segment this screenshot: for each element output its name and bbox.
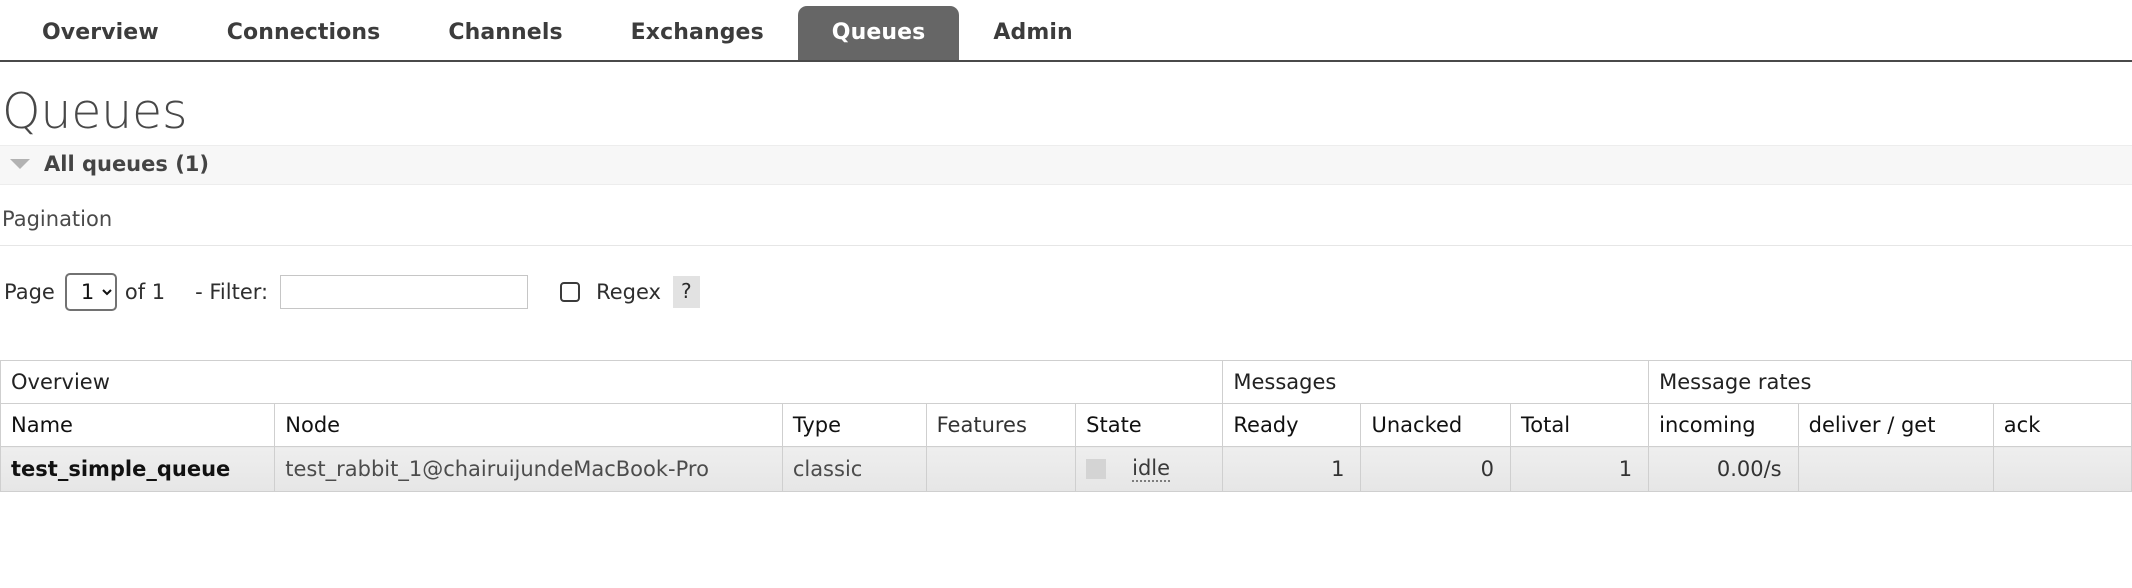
pagination-title: Pagination [0,207,2132,247]
cell-features [925,446,1077,493]
state-label[interactable]: idle [1132,456,1171,483]
column-header-ready[interactable]: Ready [1222,403,1362,448]
page-select[interactable]: 1 [64,273,117,312]
pagination-controls: Page 1 of 1 - Filter: Regex ? [0,246,2132,316]
cell-ack [1992,446,2132,493]
pagination-section: Pagination Page 1 of 1 - Filter: Regex ? [0,207,2132,316]
page-label: Page [4,280,55,305]
nav-tab-exchanges[interactable]: Exchanges [597,6,798,60]
page-title: Queues [2,83,188,140]
column-header-deliver-get[interactable]: deliver / get [1797,403,1994,448]
cell-state: idle [1075,446,1224,493]
column-header-total[interactable]: Total [1509,403,1650,448]
cell-queue-name[interactable]: test_simple_queue [0,446,276,493]
triangle-down-icon [10,159,30,170]
queues-table-container: Overview Messages Message rates Name Nod… [0,360,2132,493]
cell-deliver-get [1797,446,1994,493]
column-header-state[interactable]: State [1075,403,1224,448]
main-navigation: Overview Connections Channels Exchanges … [0,0,2132,62]
column-header-incoming[interactable]: incoming [1648,403,1799,448]
regex-label: Regex [596,280,661,305]
page-total-label: of 1 [124,280,166,305]
regex-help-button[interactable]: ? [672,276,700,309]
regex-checkbox[interactable] [560,282,581,303]
cell-ready: 1 [1222,446,1362,493]
nav-tab-queues[interactable]: Queues [797,6,960,60]
nav-tab-channels[interactable]: Channels [414,6,596,60]
group-header-message-rates: Message rates [1648,360,2132,405]
column-header-type[interactable]: Type [781,403,927,448]
filter-input[interactable] [280,275,529,310]
table-column-header-row: Name Node Type Features State Ready Unac… [0,403,2132,448]
all-queues-label: All queues (1) [44,152,209,177]
nav-tab-admin[interactable]: Admin [959,6,1106,60]
nav-tab-connections[interactable]: Connections [193,6,415,60]
nav-tab-overview[interactable]: Overview [8,6,193,60]
table-row: test_simple_queue test_rabbit_1@chairuij… [0,446,2132,493]
column-header-ack[interactable]: ack [1992,403,2132,448]
column-header-features: Features [925,403,1077,448]
group-header-messages: Messages [1222,360,1650,405]
state-color-swatch [1086,459,1107,480]
column-header-unacked[interactable]: Unacked [1360,403,1511,448]
cell-unacked: 0 [1360,446,1511,493]
cell-total: 1 [1509,446,1650,493]
cell-node: test_rabbit_1@chairuijundeMacBook-Pro [274,446,783,493]
all-queues-section-toggle[interactable]: All queues (1) [0,145,2132,186]
filter-label: - Filter: [195,280,269,305]
column-header-name[interactable]: Name [0,403,276,448]
queue-name-link[interactable]: test_simple_queue [11,457,230,481]
column-header-node[interactable]: Node [274,403,783,448]
group-header-overview: Overview [0,360,1224,405]
cell-incoming: 0.00/s [1648,446,1799,493]
queues-table: Overview Messages Message rates Name Nod… [0,360,2132,493]
cell-type: classic [781,446,927,493]
table-group-header-row: Overview Messages Message rates [0,360,2132,405]
